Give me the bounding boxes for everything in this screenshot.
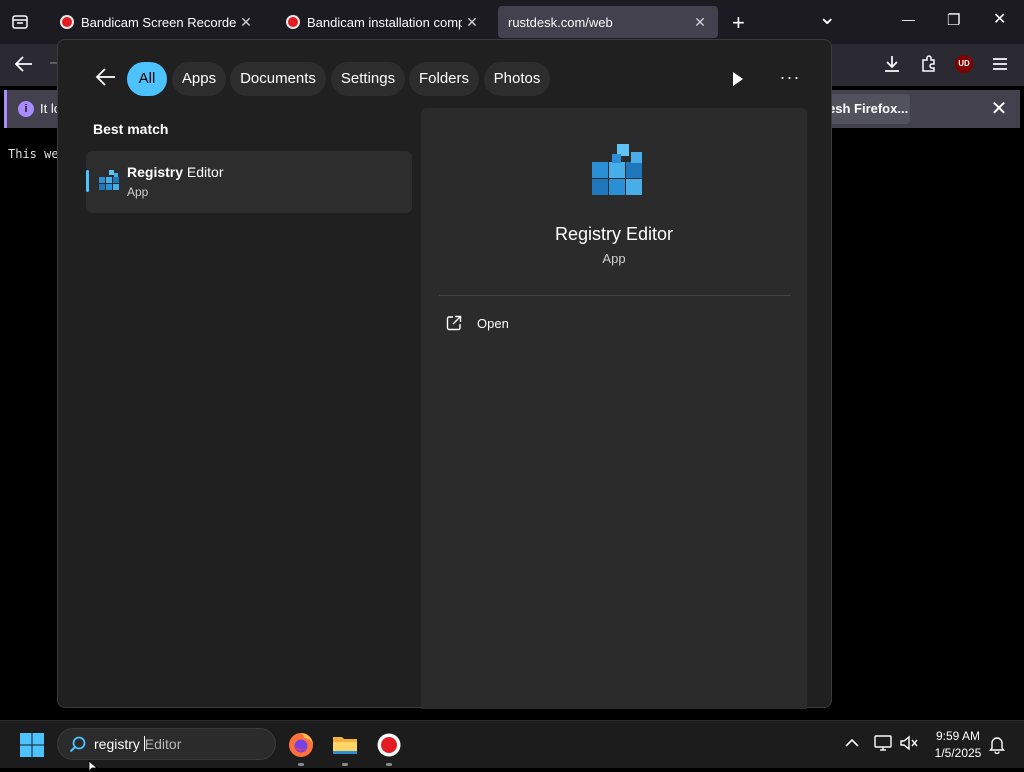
best-match-result[interactable]: Registry Editor App <box>86 151 412 213</box>
detail-app-name: Registry Editor <box>554 224 674 244</box>
windows-start-icon[interactable] <box>19 732 45 758</box>
extensions-icon[interactable] <box>919 54 939 74</box>
downloads-icon[interactable] <box>882 54 902 74</box>
filter-documents[interactable]: Documents <box>230 62 326 96</box>
app-menu-icon[interactable] <box>991 56 1009 72</box>
window-minimize-button[interactable]: — <box>902 13 915 26</box>
filter-apps[interactable]: Apps <box>172 62 226 96</box>
network-icon[interactable] <box>873 734 893 752</box>
filter-photos[interactable]: Photos <box>484 62 550 96</box>
bandicam-icon[interactable] <box>374 730 404 760</box>
registry-editor-icon <box>99 170 119 190</box>
tab-title: rustdesk.com/web <box>508 14 613 30</box>
refresh-firefox-button[interactable]: esh Firefox... <box>828 94 910 124</box>
back-arrow-icon[interactable] <box>94 65 118 89</box>
open-external-icon <box>446 315 462 331</box>
volume-muted-icon[interactable] <box>899 734 919 752</box>
result-name-rest: Editor <box>183 164 224 180</box>
taskbar-search-box[interactable]: registry Editor <box>57 728 276 760</box>
mouse-pointer-icon <box>88 760 98 772</box>
clock-time[interactable]: 9:59 AM <box>928 729 988 743</box>
detail-app-type: App <box>602 251 626 266</box>
bandicam-favicon-icon <box>60 15 74 29</box>
browser-tab-bandicam-download[interactable]: Bandicam Screen Recorder Dow ✕ <box>48 6 264 38</box>
filter-all[interactable]: All <box>127 62 167 96</box>
best-match-heading: Best match <box>93 121 169 137</box>
registry-editor-icon <box>592 144 642 195</box>
clock-date[interactable]: 1/5/2025 <box>928 746 988 760</box>
selection-accent <box>86 170 89 192</box>
tab-close-icon[interactable]: ✕ <box>236 14 256 31</box>
ublock-extension-icon[interactable]: UD <box>955 55 973 73</box>
firefox-icon[interactable] <box>286 730 316 760</box>
notification-bell-icon[interactable] <box>987 734 1007 754</box>
play-icon[interactable] <box>724 66 750 92</box>
firefox-view-icon[interactable] <box>11 13 29 31</box>
show-hidden-icons-chevron-icon[interactable] <box>843 734 861 752</box>
search-autocomplete-text: Editor <box>144 736 182 752</box>
result-name: Registry Editor <box>127 164 224 180</box>
tab-title: Bandicam Screen Recorder Dow <box>81 14 236 30</box>
browser-tab-rustdesk[interactable]: rustdesk.com/web ✕ <box>498 6 718 38</box>
filter-settings[interactable]: Settings <box>331 62 405 96</box>
running-indicator <box>386 763 392 766</box>
filter-folders[interactable]: Folders <box>409 62 479 96</box>
info-icon: i <box>18 101 34 117</box>
window-close-button[interactable]: ✕ <box>993 12 1006 28</box>
page-text: This we <box>8 147 59 161</box>
result-type: App <box>127 185 149 199</box>
open-action[interactable]: Open <box>445 312 625 336</box>
browser-tab-bandicam-installation[interactable]: Bandicam installation complete ✕ <box>274 6 490 38</box>
new-tab-button[interactable]: + <box>732 12 745 34</box>
running-indicator <box>298 763 304 766</box>
search-typed-text: registry <box>94 736 144 752</box>
notification-close-icon[interactable]: ✕ <box>986 96 1012 122</box>
divider <box>439 295 791 296</box>
more-options-button[interactable]: ··· <box>776 64 804 92</box>
tab-title: Bandicam installation complete <box>307 14 462 30</box>
bandicam-favicon-icon <box>286 15 300 29</box>
window-restore-button[interactable]: ❐ <box>947 13 960 28</box>
search-icon <box>69 736 86 753</box>
tab-list-button[interactable]: ⌄ <box>818 6 836 28</box>
open-label: Open <box>477 316 509 331</box>
windows-search-panel: All Apps Documents Settings Folders Phot… <box>57 39 832 709</box>
tab-close-icon[interactable]: ✕ <box>690 14 710 31</box>
result-name-match: Registry <box>127 164 184 180</box>
file-explorer-icon[interactable] <box>330 730 360 760</box>
browser-back-icon[interactable] <box>14 55 34 73</box>
result-details-pane: Registry Editor App Open <box>421 108 807 709</box>
search-input[interactable]: registry Editor <box>94 736 181 752</box>
running-indicator <box>342 763 348 766</box>
tab-close-icon[interactable]: ✕ <box>462 14 482 31</box>
